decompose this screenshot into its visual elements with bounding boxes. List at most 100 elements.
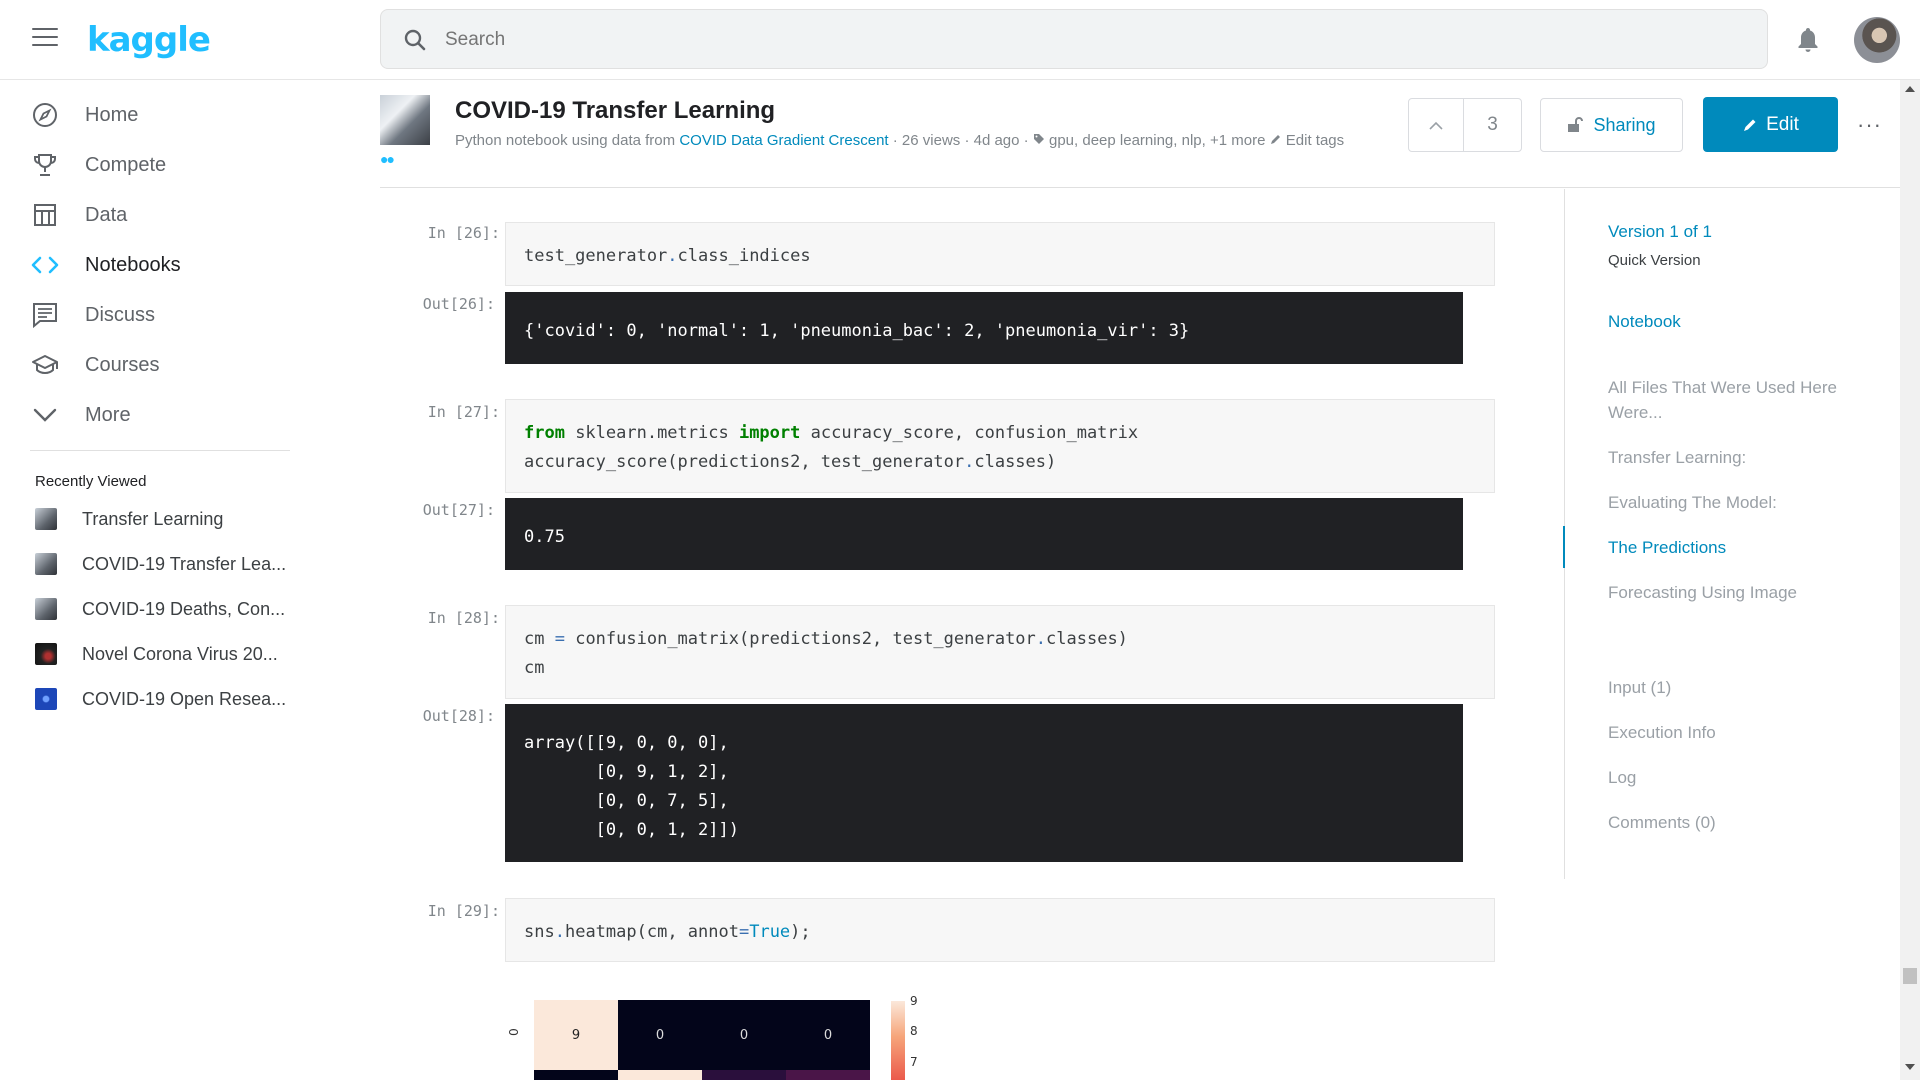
toc-item[interactable]: All Files That Were Used Here Were... <box>1608 375 1838 425</box>
vote-widget: 3 <box>1408 98 1522 152</box>
colorbar-tick: 8 <box>910 1024 918 1038</box>
notebook-meta: Python notebook using data from COVID Da… <box>455 128 1375 154</box>
nav-item-notebooks[interactable]: Notebooks <box>30 245 290 285</box>
recent-item[interactable]: Transfer Learning <box>35 504 295 534</box>
notifications-bell-icon[interactable] <box>1796 26 1820 59</box>
cell-input-prompt: In [27]: <box>427 403 500 421</box>
notebook-thumbnail <box>35 553 57 575</box>
nav-label: Discuss <box>85 303 156 326</box>
code-cell-input[interactable]: test_generator.class_indices <box>505 222 1495 286</box>
dataset-link[interactable]: COVID Data Gradient Crescent <box>679 132 888 149</box>
code-cell-input[interactable]: from sklearn.metrics import accuracy_sco… <box>505 399 1495 493</box>
cell-input-prompt: In [28]: <box>427 609 500 627</box>
scroll-down-arrow[interactable] <box>1905 1064 1915 1070</box>
toc-item[interactable]: Transfer Learning: <box>1608 445 1838 470</box>
toc-item-log[interactable]: Log <box>1608 765 1838 790</box>
meta-stats: · 26 views · 4d ago · <box>892 132 1029 149</box>
nav-item-more[interactable]: More <box>30 395 290 435</box>
chevron-up-icon <box>1429 121 1443 130</box>
toc-item-input[interactable]: Input (1) <box>1608 675 1838 700</box>
top-bar: kaggle <box>0 0 1920 80</box>
scroll-up-arrow[interactable] <box>1905 86 1915 92</box>
edit-button[interactable]: Edit <box>1703 97 1838 152</box>
edit-tags-link[interactable]: Edit tags <box>1286 132 1344 149</box>
divider <box>380 187 1900 188</box>
graduation-cap-icon <box>30 350 60 380</box>
y-tick-label: 0 <box>506 1028 521 1036</box>
code-cell-output: {'covid': 0, 'normal': 1, 'pneumonia_bac… <box>505 292 1463 364</box>
pencil-icon <box>1744 119 1756 131</box>
colorbar-tick: 7 <box>910 1055 918 1069</box>
cell-input-prompt: In [26]: <box>427 224 500 242</box>
left-sidebar: Home Compete Data Notebooks Discuss Cour… <box>0 80 300 1080</box>
trophy-icon <box>30 150 60 180</box>
dataset-thumbnail <box>35 643 57 665</box>
nav-label: Data <box>85 203 128 226</box>
dataset-thumbnail <box>35 688 57 710</box>
tag-icon <box>1033 134 1044 144</box>
heatmap-cell <box>618 1070 702 1080</box>
heatmap-cell <box>786 1070 870 1080</box>
more-tags[interactable]: +1 more <box>1210 132 1265 149</box>
tags[interactable]: gpu, deep learning, nlp, <box>1049 132 1206 149</box>
author-dots: ●● <box>380 151 395 167</box>
version-subtitle: Quick Version <box>1608 252 1701 269</box>
meta-prefix: Python notebook using data from <box>455 132 676 149</box>
notebook-author-avatar[interactable] <box>380 95 430 145</box>
toc-item-notebook[interactable]: Notebook <box>1608 309 1838 334</box>
version-link[interactable]: Version 1 of 1 <box>1608 219 1838 244</box>
cell-input-prompt: In [29]: <box>427 902 500 920</box>
notebook-title: COVID-19 Transfer Learning <box>455 97 776 124</box>
recent-item[interactable]: Novel Corona Virus 20... <box>35 639 295 669</box>
nav-item-data[interactable]: Data <box>30 195 290 235</box>
nav-label: Compete <box>85 153 167 176</box>
menu-icon[interactable] <box>32 28 58 50</box>
colorbar-tick: 9 <box>910 994 918 1008</box>
sharing-button[interactable]: Sharing <box>1540 98 1683 152</box>
user-avatar[interactable] <box>1854 17 1900 63</box>
notebook-thumbnail <box>35 598 57 620</box>
heatmap-cell: 9 <box>534 1000 618 1070</box>
recent-item[interactable]: COVID-19 Deaths, Con... <box>35 594 295 624</box>
divider <box>30 450 290 451</box>
heatmap-colorbar <box>891 1001 905 1080</box>
nav-item-discuss[interactable]: Discuss <box>30 295 290 335</box>
nav-item-compete[interactable]: Compete <box>30 145 290 185</box>
search-input[interactable] <box>445 24 1645 56</box>
code-cell-input[interactable]: cm = confusion_matrix(predictions2, test… <box>505 605 1495 699</box>
nav-label: Courses <box>85 353 160 376</box>
search-bar[interactable] <box>380 9 1768 69</box>
kaggle-logo[interactable]: kaggle <box>87 20 211 60</box>
toc-item[interactable]: Forecasting Using Image <box>1608 580 1838 605</box>
toc-item[interactable]: Evaluating The Model: <box>1608 490 1838 515</box>
code-cell-output: 0.75 <box>505 498 1463 570</box>
unlock-icon <box>1568 117 1584 132</box>
heatmap-cell: 0 <box>702 1000 786 1070</box>
toc-item-active[interactable]: The Predictions <box>1608 535 1838 560</box>
more-options-button[interactable]: ··· <box>1857 112 1882 138</box>
nav-label: More <box>85 403 131 426</box>
nav-item-home[interactable]: Home <box>30 95 290 135</box>
chevron-down-icon <box>30 400 60 430</box>
compass-icon <box>30 100 60 130</box>
toc-active-indicator <box>1563 526 1565 568</box>
code-cell-input[interactable]: sns.heatmap(cm, annot=True); <box>505 898 1495 962</box>
recent-item-label: COVID-19 Open Resea... <box>82 688 287 709</box>
scroll-thumb[interactable] <box>1903 968 1917 984</box>
heatmap-cell: 0 <box>786 1000 870 1070</box>
sharing-label: Sharing <box>1593 114 1656 135</box>
toc-item-execution-info[interactable]: Execution Info <box>1608 720 1838 745</box>
table-of-contents: Version 1 of 1 Quick Version Notebook Al… <box>1564 189 1884 879</box>
recent-item[interactable]: COVID-19 Open Resea... <box>35 684 295 714</box>
recent-item[interactable]: COVID-19 Transfer Lea... <box>35 549 295 579</box>
cell-output-prompt: Out[28]: <box>422 707 495 725</box>
recent-item-label: COVID-19 Deaths, Con... <box>82 598 286 619</box>
recent-item-label: COVID-19 Transfer Lea... <box>82 553 287 574</box>
toc-item-comments[interactable]: Comments (0) <box>1608 810 1838 835</box>
nav-item-courses[interactable]: Courses <box>30 345 290 385</box>
search-icon <box>404 29 426 51</box>
upvote-button[interactable] <box>1409 99 1464 151</box>
page-scrollbar[interactable] <box>1900 80 1920 1080</box>
heatmap-cell <box>702 1070 786 1080</box>
pencil-icon <box>1270 135 1280 144</box>
